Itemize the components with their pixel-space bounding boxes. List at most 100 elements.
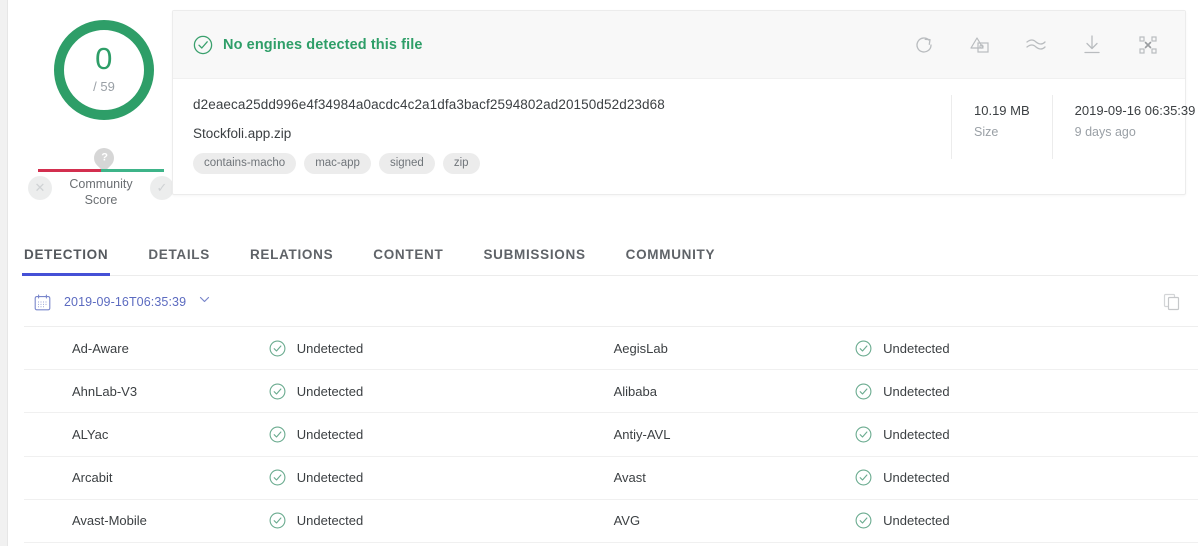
engine-name: AVG [614, 513, 641, 528]
engine-results-table: Ad-Aware Undetected AegisLab [24, 326, 1198, 544]
engine-name: AhnLab-V3 [72, 384, 137, 399]
file-identity: d2eaeca25dd996e4f34984a0acdc4c2a1dfa3bac… [173, 79, 763, 195]
vt-focus-icon[interactable] [1135, 32, 1161, 58]
tab-submissions[interactable]: SUBMISSIONS [483, 247, 585, 275]
tab-content[interactable]: CONTENT [373, 247, 443, 275]
file-date-relative: 9 days ago [1075, 125, 1198, 139]
engine-name-cell: AVG [612, 500, 856, 542]
page-left-edge-scrollbar[interactable] [0, 0, 8, 546]
engine-result: Undetected [297, 384, 364, 399]
engine-result-cell: Undetected [855, 327, 1198, 369]
engine-name-cell: AegisLab [612, 327, 856, 369]
file-size-label: Size [974, 125, 1030, 139]
check-circle-icon [269, 383, 286, 400]
detection-ratio-ring: 0 / 59 [52, 18, 156, 122]
vote-down-glyph: ✕ [35, 180, 46, 196]
verdict-bar: No engines detected this file [173, 11, 1185, 79]
file-size-block: 10.19 MB Size [974, 95, 1030, 139]
table-row[interactable]: AhnLab-V3 Undetected Alibaba [24, 370, 1198, 413]
engine-result: Undetected [297, 427, 364, 442]
file-actions-toolbar [911, 11, 1171, 79]
community-score-pin-icon: ? [90, 144, 118, 172]
engine-result-cell: Undetected [855, 457, 1198, 499]
engine-result-cell: Undetected [855, 413, 1198, 455]
engine-name-cell: Avast-Mobile [24, 500, 269, 542]
file-size-value: 10.19 MB [974, 103, 1030, 118]
table-row[interactable]: Ad-Aware Undetected AegisLab [24, 327, 1198, 370]
check-circle-icon [193, 35, 213, 55]
engine-name: Avast [614, 470, 646, 485]
analysis-date[interactable]: 2019-09-16T06:35:39 [64, 295, 186, 309]
engine-result: Undetected [883, 513, 950, 528]
check-circle-icon [269, 340, 286, 357]
file-tag[interactable]: signed [379, 153, 435, 174]
copy-icon[interactable] [1162, 292, 1182, 312]
engine-result: Undetected [883, 384, 950, 399]
community-score-controls: ✕ ✓ Community Score [36, 176, 166, 216]
community-score-bar-negative [38, 169, 101, 172]
file-metadata: d2eaeca25dd996e4f34984a0acdc4c2a1dfa3bac… [173, 79, 1185, 195]
check-circle-icon [269, 469, 286, 486]
tab-relations[interactable]: RELATIONS [250, 247, 333, 275]
engine-result: Undetected [883, 470, 950, 485]
engine-result-cell: Undetected [269, 327, 612, 369]
engine-result: Undetected [883, 427, 950, 442]
file-tag[interactable]: zip [443, 153, 480, 174]
tab-detection[interactable]: DETECTION [24, 247, 108, 275]
similar-graph-icon[interactable] [967, 32, 993, 58]
file-tag[interactable]: contains-macho [193, 153, 296, 174]
tab-community[interactable]: COMMUNITY [626, 247, 716, 275]
engine-name: Alibaba [614, 384, 657, 399]
engine-result-cell: Undetected [269, 457, 612, 499]
engine-result-cell: Undetected [855, 500, 1198, 542]
engine-name: AegisLab [614, 341, 668, 356]
engine-name-cell: Arcabit [24, 457, 269, 499]
engine-result-cell: Undetected [269, 370, 612, 412]
check-circle-icon [855, 469, 872, 486]
vote-up-glyph: ✓ [157, 180, 168, 196]
community-vote-up-icon[interactable]: ✓ [150, 176, 174, 200]
check-circle-icon [269, 512, 286, 529]
divider [951, 95, 952, 159]
engine-result: Undetected [297, 513, 364, 528]
detection-count: 0 [95, 43, 113, 74]
tab-details[interactable]: DETAILS [148, 247, 210, 275]
engine-name-cell: ALYac [24, 413, 269, 455]
analysis-date-bar: 2019-09-16T06:35:39 [24, 286, 1198, 318]
engine-name: ALYac [72, 427, 108, 442]
community-score-bar-positive [101, 169, 164, 172]
engine-name-cell: Alibaba [612, 370, 856, 412]
table-row[interactable]: Avast-Mobile Undetected AVG [24, 500, 1198, 543]
engine-result-cell: Undetected [269, 500, 612, 542]
engine-name: Antiy-AVL [614, 427, 671, 442]
virustotal-file-report: 0 / 59 ? ✕ ✓ Community Score [0, 0, 1198, 546]
divider [1052, 95, 1053, 159]
community-score-label-line1: Community [56, 176, 146, 192]
community-vote-down-icon[interactable]: ✕ [28, 176, 52, 200]
file-tag[interactable]: mac-app [304, 153, 371, 174]
engine-result: Undetected [297, 341, 364, 356]
file-date-block: 2019-09-16 06:35:39 UTC 9 days ago [1075, 95, 1198, 139]
detection-score-block: 0 / 59 ? ✕ ✓ Community Score [14, 10, 166, 206]
file-stats: 10.19 MB Size 2019-09-16 06:35:39 UTC 9 … [951, 95, 1198, 179]
verdict-text: No engines detected this file [223, 37, 423, 53]
table-row[interactable]: ALYac Undetected Antiy-AVL [24, 413, 1198, 456]
check-circle-icon [855, 340, 872, 357]
reanalyze-icon[interactable] [911, 32, 937, 58]
file-date-value: 2019-09-16 06:35:39 UTC [1075, 103, 1198, 118]
download-icon[interactable] [1079, 32, 1105, 58]
engine-name-cell: Ad-Aware [24, 327, 269, 369]
table-row[interactable]: Arcabit Undetected Avast [24, 457, 1198, 500]
similarity-icon[interactable] [1023, 32, 1049, 58]
file-name: Stockfoli.app.zip [193, 126, 763, 141]
file-summary-card: No engines detected this file [172, 10, 1186, 195]
file-hash: d2eaeca25dd996e4f34984a0acdc4c2a1dfa3bac… [193, 97, 763, 112]
engine-result: Undetected [297, 470, 364, 485]
engine-name: Arcabit [72, 470, 112, 485]
community-score-label: Community Score [56, 176, 146, 208]
report-tabs: DETECTION DETAILS RELATIONS CONTENT SUBM… [24, 228, 1198, 276]
engine-result: Undetected [883, 341, 950, 356]
chevron-down-icon[interactable] [198, 293, 211, 311]
check-circle-icon [855, 512, 872, 529]
engine-name-cell: AhnLab-V3 [24, 370, 269, 412]
